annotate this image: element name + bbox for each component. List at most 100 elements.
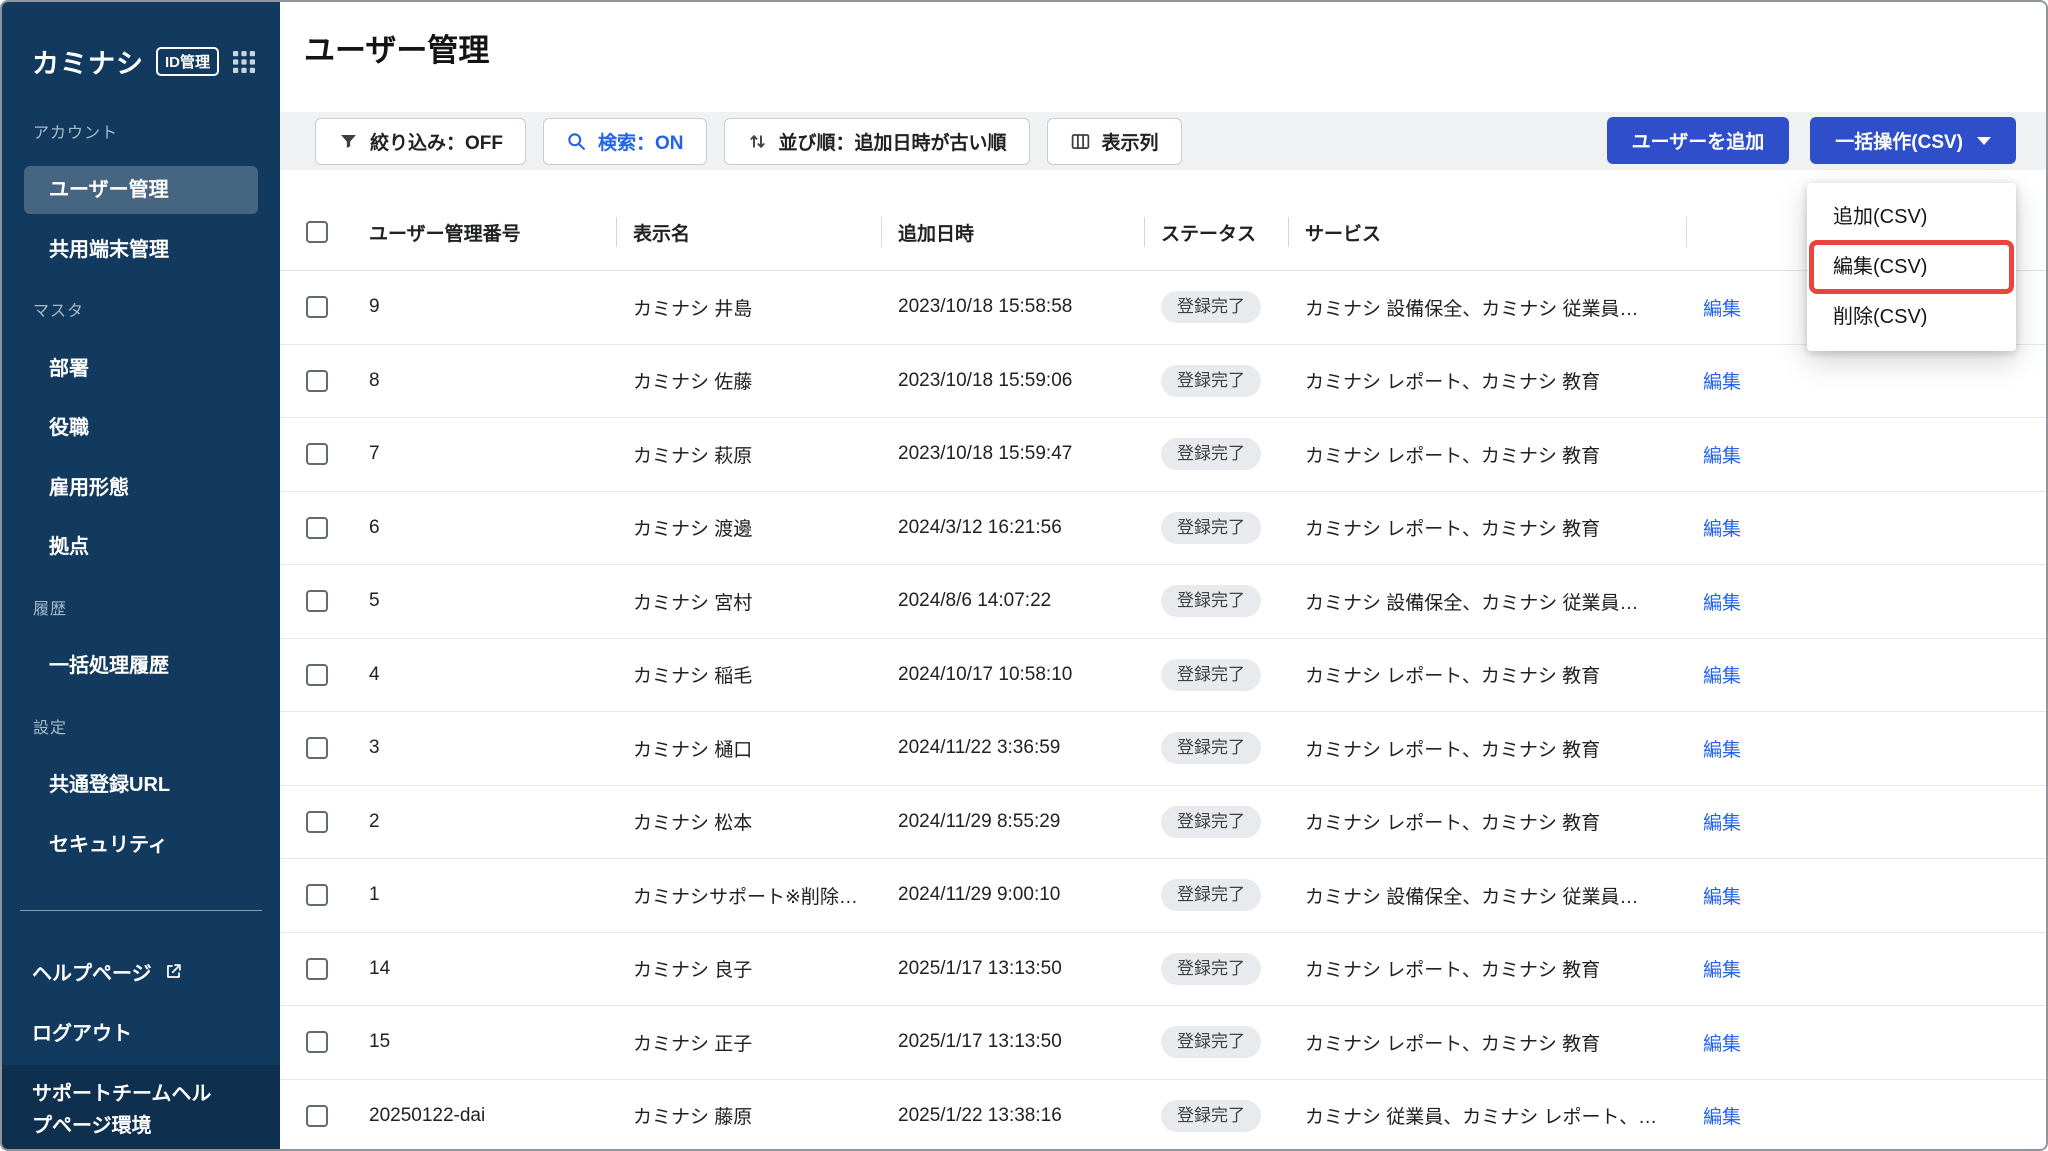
row-checkbox[interactable]	[306, 884, 328, 907]
cell-user-id: 2	[369, 810, 380, 832]
row-checkbox[interactable]	[306, 1104, 328, 1127]
cell-user-id: 5	[369, 590, 380, 612]
cell-display-name: カミナシ 松本	[633, 813, 753, 835]
sort-button[interactable]: 並び順：追加日時が古い順	[723, 117, 1030, 165]
sidebar-divider	[20, 910, 262, 911]
row-checkbox[interactable]	[306, 663, 328, 686]
cell-services: カミナシ レポート、カミナシ 教育	[1305, 960, 1601, 982]
row-checkbox[interactable]	[306, 296, 328, 319]
cell-services: カミナシ レポート、カミナシ 教育	[1305, 372, 1601, 394]
cell-user-id: 14	[369, 957, 391, 979]
edit-link[interactable]: 編集	[1703, 740, 1741, 761]
sidebar-item[interactable]: 拠点	[24, 523, 258, 571]
status-badge: 登録完了	[1161, 511, 1261, 544]
row-checkbox[interactable]	[306, 369, 328, 392]
row-checkbox[interactable]	[306, 443, 328, 466]
cell-added-at: 2024/11/29 8:55:29	[898, 810, 1061, 832]
menu-item[interactable]: 編集(CSV)	[1807, 240, 2016, 294]
table-row: 15 カミナシ 正子 2025/1/17 13:13:50 登録完了 カミナシ …	[280, 1006, 2046, 1080]
sidebar-item[interactable]: 役職	[24, 404, 258, 452]
menu-item[interactable]: 削除(CSV)	[1807, 292, 2016, 342]
cell-services: カミナシ 設備保全、カミナシ 従業員…	[1305, 592, 1639, 614]
sidebar-env-link[interactable]: サポートチームヘルプページ環境	[2, 1065, 280, 1149]
status-badge: 登録完了	[1161, 805, 1261, 838]
row-checkbox[interactable]	[306, 1031, 328, 1054]
status-badge: 登録完了	[1161, 1099, 1261, 1132]
columns-button-label: 表示列	[1101, 132, 1159, 154]
sidebar-footer-item[interactable]: ログアウト	[2, 1002, 280, 1062]
table-row: 7 カミナシ 萩原 2023/10/18 15:59:47 登録完了 カミナシ …	[280, 418, 2046, 492]
edit-link[interactable]: 編集	[1703, 960, 1741, 981]
search-button-label: 検索：ON	[598, 132, 684, 154]
cell-display-name: カミナシ 佐藤	[633, 372, 753, 394]
status-badge: 登録完了	[1161, 658, 1261, 691]
status-badge: 登録完了	[1161, 291, 1261, 324]
edit-link[interactable]: 編集	[1703, 372, 1741, 393]
status-badge: 登録完了	[1161, 952, 1261, 985]
cell-status: 登録完了	[1145, 291, 1289, 324]
apps-grid-icon[interactable]	[231, 49, 257, 75]
cell-services: カミナシ 従業員、カミナシ レポート、…	[1305, 1107, 1658, 1129]
sidebar-item[interactable]: 一括処理履歴	[24, 642, 258, 690]
edit-link[interactable]: 編集	[1703, 593, 1741, 614]
filter-button[interactable]: 絞り込み：OFF	[315, 117, 526, 165]
cell-display-name: カミナシ 藤原	[633, 1107, 753, 1129]
row-checkbox[interactable]	[306, 810, 328, 833]
cell-services: カミナシ レポート、カミナシ 教育	[1305, 1033, 1601, 1055]
edit-link[interactable]: 編集	[1703, 519, 1741, 540]
row-checkbox[interactable]	[306, 737, 328, 760]
filter-icon	[338, 131, 359, 152]
bulk-action-label: 一括操作(CSV)	[1835, 132, 1963, 153]
sidebar-footer-item[interactable]: ヘルプページ	[2, 942, 280, 1002]
chevron-down-icon	[1977, 136, 1991, 145]
sidebar-item[interactable]: 共通登録URL	[24, 761, 258, 809]
sidebar-footer-label: ヘルプページ	[32, 963, 152, 986]
cell-added-at: 2025/1/17 13:13:50	[898, 1031, 1062, 1053]
cell-status: 登録完了	[1145, 438, 1289, 471]
edit-link[interactable]: 編集	[1703, 887, 1741, 908]
col-header-display-name: 表示名	[617, 194, 882, 270]
edit-link[interactable]: 編集	[1703, 666, 1741, 687]
edit-link[interactable]: 編集	[1703, 299, 1741, 320]
external-link-icon	[164, 962, 183, 981]
app-logo: カミナシ	[32, 49, 144, 79]
cell-added-at: 2024/10/17 10:58:10	[898, 663, 1073, 685]
columns-button[interactable]: 表示列	[1046, 117, 1182, 165]
cell-display-name: カミナシ 樋口	[633, 739, 753, 761]
table-row: 6 カミナシ 渡邊 2024/3/12 16:21:56 登録完了 カミナシ レ…	[280, 492, 2046, 565]
row-checkbox[interactable]	[306, 516, 328, 539]
edit-link[interactable]: 編集	[1703, 1034, 1741, 1055]
sidebar-item[interactable]: 共用端末管理	[24, 226, 258, 274]
sidebar-item[interactable]: 雇用形態	[24, 464, 258, 512]
cell-edit: 編集	[1687, 294, 1787, 321]
table-row: 1 カミナシサポート※削除… 2024/11/29 9:00:10 登録完了 カ…	[280, 859, 2046, 933]
user-table: ユーザー管理番号 表示名 追加日時 ステータス サービス 9 カミナシ 井島 2…	[280, 194, 2046, 1149]
edit-link[interactable]: 編集	[1703, 813, 1741, 834]
bulk-action-button[interactable]: 一括操作(CSV)	[1810, 117, 2016, 164]
cell-added-at: 2024/8/6 14:07:22	[898, 590, 1052, 612]
menu-item[interactable]: 追加(CSV)	[1807, 192, 2016, 242]
sidebar-item[interactable]: セキュリティ	[24, 821, 258, 869]
col-header-edit	[1687, 194, 1787, 270]
row-checkbox[interactable]	[306, 590, 328, 613]
row-checkbox[interactable]	[306, 957, 328, 980]
sidebar-item[interactable]: ユーザー管理	[24, 166, 258, 215]
cell-status: 登録完了	[1145, 1026, 1289, 1059]
app-window: カミナシ ID管理 アカウント ユーザー管理 共用端末管理 マスタ 部署 役職 …	[0, 0, 2048, 1151]
cell-edit: 編集	[1687, 955, 1787, 982]
select-all-checkbox[interactable]	[306, 221, 328, 243]
add-user-button[interactable]: ユーザーを追加	[1606, 117, 1790, 164]
sidebar-item[interactable]: 部署	[24, 345, 258, 393]
cell-services: カミナシ レポート、カミナシ 教育	[1305, 813, 1601, 835]
cell-edit: 編集	[1687, 441, 1787, 468]
cell-status: 登録完了	[1145, 364, 1289, 397]
edit-link[interactable]: 編集	[1703, 1107, 1741, 1128]
cell-user-id: 15	[369, 1031, 391, 1053]
table-row: 9 カミナシ 井島 2023/10/18 15:58:58 登録完了 カミナシ …	[280, 271, 2046, 345]
table-body: 9 カミナシ 井島 2023/10/18 15:58:58 登録完了 カミナシ …	[280, 271, 2046, 1149]
sidebar-section-label: 設定	[33, 719, 68, 737]
edit-link[interactable]: 編集	[1703, 446, 1741, 467]
search-button[interactable]: 検索：ON	[543, 117, 707, 165]
cell-user-id: 4	[369, 663, 380, 685]
cell-edit: 編集	[1687, 882, 1787, 909]
